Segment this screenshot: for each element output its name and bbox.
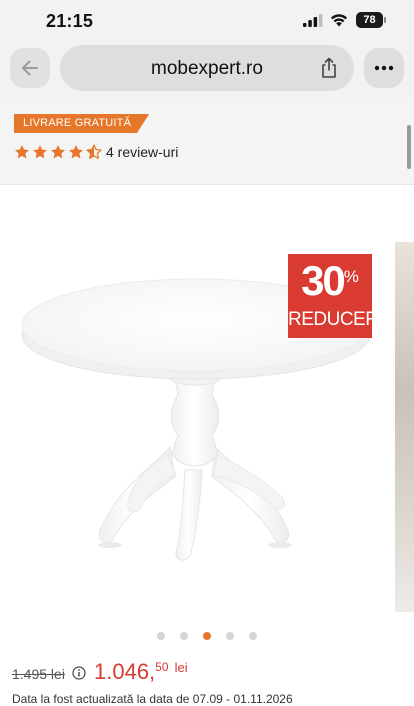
gallery-dot[interactable] bbox=[157, 632, 165, 640]
battery-level: 78 bbox=[363, 14, 376, 26]
gallery-dot-active[interactable] bbox=[203, 632, 211, 640]
old-price: 1.495 lei bbox=[12, 666, 65, 682]
discount-percent: 30% bbox=[301, 257, 359, 304]
reviews-link[interactable]: 4 review-uri bbox=[106, 144, 178, 160]
product-info-strip: LIVRARE GRATUITĂ 4 review-uri bbox=[0, 98, 414, 185]
next-image-preview[interactable] bbox=[395, 242, 414, 612]
status-time: 21:15 bbox=[46, 11, 94, 31]
gallery-dot[interactable] bbox=[249, 632, 257, 640]
star-full-icon bbox=[33, 145, 47, 159]
wifi-icon bbox=[330, 14, 348, 27]
arrow-left-icon bbox=[22, 60, 38, 76]
star-half-icon bbox=[86, 144, 102, 159]
more-options-button[interactable] bbox=[364, 48, 404, 88]
gallery-dot[interactable] bbox=[226, 632, 234, 640]
info-icon[interactable] bbox=[72, 666, 86, 680]
current-price: 1.046,50 lei bbox=[94, 659, 188, 684]
star-full-icon bbox=[15, 145, 29, 159]
browser-toolbar: mobexpert.ro bbox=[0, 42, 414, 98]
star-full-icon bbox=[69, 145, 83, 159]
price-section: 1.495 lei 1.046,50 lei Data la fost actu… bbox=[0, 655, 414, 706]
discount-label: REDUCERE bbox=[288, 309, 391, 330]
back-button[interactable] bbox=[10, 48, 50, 88]
price-note: Data la fost actualizată la data de 07.0… bbox=[12, 692, 293, 706]
url-text: mobexpert.ro bbox=[151, 58, 263, 79]
discount-badge: 30% REDUCERE bbox=[288, 254, 391, 338]
product-gallery[interactable]: 30% REDUCERE bbox=[0, 185, 414, 655]
ellipsis-icon bbox=[374, 65, 394, 71]
share-icon[interactable] bbox=[319, 57, 339, 79]
scroll-indicator bbox=[407, 125, 411, 169]
gallery-dot[interactable] bbox=[180, 632, 188, 640]
product-image bbox=[21, 278, 371, 561]
free-shipping-badge: LIVRARE GRATUITĂ bbox=[14, 114, 150, 133]
star-full-icon bbox=[51, 145, 65, 159]
status-bar: 21:15 78 bbox=[0, 0, 414, 42]
gallery-pagination bbox=[0, 630, 414, 642]
cellular-signal-icon bbox=[303, 14, 323, 27]
address-bar[interactable]: mobexpert.ro bbox=[60, 45, 354, 91]
battery-icon: 78 bbox=[356, 12, 386, 28]
